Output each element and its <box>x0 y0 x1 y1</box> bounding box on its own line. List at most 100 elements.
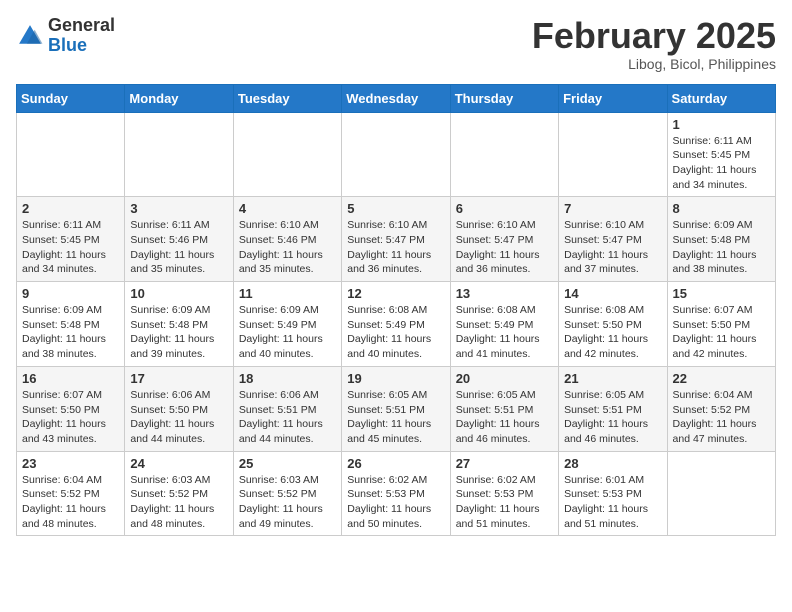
day-info: Sunrise: 6:08 AM Sunset: 5:49 PM Dayligh… <box>347 303 444 362</box>
calendar-cell: 14 Sunrise: 6:08 AM Sunset: 5:50 PM Dayli… <box>559 282 667 367</box>
calendar-cell: 19 Sunrise: 6:05 AM Sunset: 5:51 PM Dayli… <box>342 366 450 451</box>
location-subtitle: Libog, Bicol, Philippines <box>532 56 776 72</box>
calendar-table: SundayMondayTuesdayWednesdayThursdayFrid… <box>16 84 776 537</box>
weekday-header-saturday: Saturday <box>667 84 775 112</box>
day-number: 2 <box>22 201 119 216</box>
logo-blue-text: Blue <box>48 36 115 56</box>
calendar-cell: 5 Sunrise: 6:10 AM Sunset: 5:47 PM Daylig… <box>342 197 450 282</box>
weekday-header-thursday: Thursday <box>450 84 558 112</box>
day-number: 24 <box>130 456 227 471</box>
calendar-week-row: 16 Sunrise: 6:07 AM Sunset: 5:50 PM Dayli… <box>17 366 776 451</box>
day-number: 17 <box>130 371 227 386</box>
calendar-cell <box>233 112 341 197</box>
day-number: 7 <box>564 201 661 216</box>
month-title: February 2025 <box>532 16 776 56</box>
day-number: 8 <box>673 201 770 216</box>
calendar-cell <box>450 112 558 197</box>
calendar-cell: 4Sunrise: 6:10 AM Sunset: 5:46 PM Daylig… <box>233 197 341 282</box>
day-info: Sunrise: 6:05 AM Sunset: 5:51 PM Dayligh… <box>564 388 661 447</box>
day-info: Sunrise: 6:11 AM Sunset: 5:45 PM Dayligh… <box>22 218 119 277</box>
day-number: 25 <box>239 456 336 471</box>
day-info: Sunrise: 6:09 AM Sunset: 5:48 PM Dayligh… <box>22 303 119 362</box>
weekday-header-tuesday: Tuesday <box>233 84 341 112</box>
day-info: Sunrise: 6:06 AM Sunset: 5:50 PM Dayligh… <box>130 388 227 447</box>
calendar-cell: 1 Sunrise: 6:11 AM Sunset: 5:45 PM Daylig… <box>667 112 775 197</box>
day-info: Sunrise: 6:02 AM Sunset: 5:53 PM Dayligh… <box>456 473 553 532</box>
weekday-header-monday: Monday <box>125 84 233 112</box>
day-number: 14 <box>564 286 661 301</box>
weekday-header-wednesday: Wednesday <box>342 84 450 112</box>
day-info: Sunrise: 6:04 AM Sunset: 5:52 PM Dayligh… <box>673 388 770 447</box>
day-number: 1 <box>673 117 770 132</box>
weekday-header-friday: Friday <box>559 84 667 112</box>
calendar-week-row: 2 Sunrise: 6:11 AM Sunset: 5:45 PM Daylig… <box>17 197 776 282</box>
calendar-cell <box>342 112 450 197</box>
calendar-cell: 17 Sunrise: 6:06 AM Sunset: 5:50 PM Dayli… <box>125 366 233 451</box>
day-info: Sunrise: 6:10 AM Sunset: 5:47 PM Dayligh… <box>564 218 661 277</box>
day-number: 22 <box>673 371 770 386</box>
day-number: 21 <box>564 371 661 386</box>
calendar-cell: 15 Sunrise: 6:07 AM Sunset: 5:50 PM Dayli… <box>667 282 775 367</box>
page-header: General Blue February 2025 Libog, Bicol,… <box>16 16 776 72</box>
calendar-cell: 20 Sunrise: 6:05 AM Sunset: 5:51 PM Dayli… <box>450 366 558 451</box>
day-number: 13 <box>456 286 553 301</box>
day-number: 5 <box>347 201 444 216</box>
calendar-cell <box>17 112 125 197</box>
day-number: 15 <box>673 286 770 301</box>
day-number: 16 <box>22 371 119 386</box>
calendar-cell: 25 Sunrise: 6:03 AM Sunset: 5:52 PM Dayli… <box>233 451 341 536</box>
day-info: Sunrise: 6:08 AM Sunset: 5:49 PM Dayligh… <box>456 303 553 362</box>
day-info: Sunrise: 6:03 AM Sunset: 5:52 PM Dayligh… <box>239 473 336 532</box>
day-info: Sunrise: 6:09 AM Sunset: 5:48 PM Dayligh… <box>673 218 770 277</box>
calendar-cell: 8 Sunrise: 6:09 AM Sunset: 5:48 PM Daylig… <box>667 197 775 282</box>
day-info: Sunrise: 6:01 AM Sunset: 5:53 PM Dayligh… <box>564 473 661 532</box>
calendar-cell: 27 Sunrise: 6:02 AM Sunset: 5:53 PM Dayli… <box>450 451 558 536</box>
day-number: 4 <box>239 201 336 216</box>
calendar-cell <box>667 451 775 536</box>
logo-icon <box>16 22 44 50</box>
calendar-cell: 7 Sunrise: 6:10 AM Sunset: 5:47 PM Daylig… <box>559 197 667 282</box>
day-info: Sunrise: 6:09 AM Sunset: 5:48 PM Dayligh… <box>130 303 227 362</box>
day-number: 11 <box>239 286 336 301</box>
weekday-header-row: SundayMondayTuesdayWednesdayThursdayFrid… <box>17 84 776 112</box>
calendar-cell: 23Sunrise: 6:04 AM Sunset: 5:52 PM Dayli… <box>17 451 125 536</box>
calendar-cell: 11 Sunrise: 6:09 AM Sunset: 5:49 PM Dayli… <box>233 282 341 367</box>
day-number: 28 <box>564 456 661 471</box>
calendar-cell: 10 Sunrise: 6:09 AM Sunset: 5:48 PM Dayli… <box>125 282 233 367</box>
calendar-cell: 13 Sunrise: 6:08 AM Sunset: 5:49 PM Dayli… <box>450 282 558 367</box>
calendar-cell: 9 Sunrise: 6:09 AM Sunset: 5:48 PM Daylig… <box>17 282 125 367</box>
day-info: Sunrise: 6:07 AM Sunset: 5:50 PM Dayligh… <box>22 388 119 447</box>
day-number: 3 <box>130 201 227 216</box>
day-number: 6 <box>456 201 553 216</box>
day-info: Sunrise: 6:05 AM Sunset: 5:51 PM Dayligh… <box>347 388 444 447</box>
day-info: Sunrise: 6:05 AM Sunset: 5:51 PM Dayligh… <box>456 388 553 447</box>
day-info: Sunrise: 6:08 AM Sunset: 5:50 PM Dayligh… <box>564 303 661 362</box>
calendar-cell: 2 Sunrise: 6:11 AM Sunset: 5:45 PM Daylig… <box>17 197 125 282</box>
day-number: 23 <box>22 456 119 471</box>
day-info: Sunrise: 6:10 AM Sunset: 5:47 PM Dayligh… <box>456 218 553 277</box>
day-number: 9 <box>22 286 119 301</box>
day-info: Sunrise: 6:11 AM Sunset: 5:45 PM Dayligh… <box>673 134 770 193</box>
calendar-cell: 28 Sunrise: 6:01 AM Sunset: 5:53 PM Dayli… <box>559 451 667 536</box>
calendar-cell <box>125 112 233 197</box>
weekday-header-sunday: Sunday <box>17 84 125 112</box>
day-number: 27 <box>456 456 553 471</box>
calendar-week-row: 9 Sunrise: 6:09 AM Sunset: 5:48 PM Daylig… <box>17 282 776 367</box>
calendar-cell: 3 Sunrise: 6:11 AM Sunset: 5:46 PM Daylig… <box>125 197 233 282</box>
title-block: February 2025 Libog, Bicol, Philippines <box>532 16 776 72</box>
calendar-cell: 22 Sunrise: 6:04 AM Sunset: 5:52 PM Dayli… <box>667 366 775 451</box>
day-number: 10 <box>130 286 227 301</box>
calendar-cell: 18Sunrise: 6:06 AM Sunset: 5:51 PM Dayli… <box>233 366 341 451</box>
day-number: 19 <box>347 371 444 386</box>
day-info: Sunrise: 6:10 AM Sunset: 5:47 PM Dayligh… <box>347 218 444 277</box>
day-info: Sunrise: 6:07 AM Sunset: 5:50 PM Dayligh… <box>673 303 770 362</box>
calendar-cell: 16 Sunrise: 6:07 AM Sunset: 5:50 PM Dayli… <box>17 366 125 451</box>
day-info: Sunrise: 6:09 AM Sunset: 5:49 PM Dayligh… <box>239 303 336 362</box>
calendar-cell: 6 Sunrise: 6:10 AM Sunset: 5:47 PM Daylig… <box>450 197 558 282</box>
calendar-week-row: 23Sunrise: 6:04 AM Sunset: 5:52 PM Dayli… <box>17 451 776 536</box>
calendar-cell: 24Sunrise: 6:03 AM Sunset: 5:52 PM Dayli… <box>125 451 233 536</box>
day-info: Sunrise: 6:11 AM Sunset: 5:46 PM Dayligh… <box>130 218 227 277</box>
logo-general-text: General <box>48 16 115 36</box>
day-number: 20 <box>456 371 553 386</box>
day-number: 26 <box>347 456 444 471</box>
